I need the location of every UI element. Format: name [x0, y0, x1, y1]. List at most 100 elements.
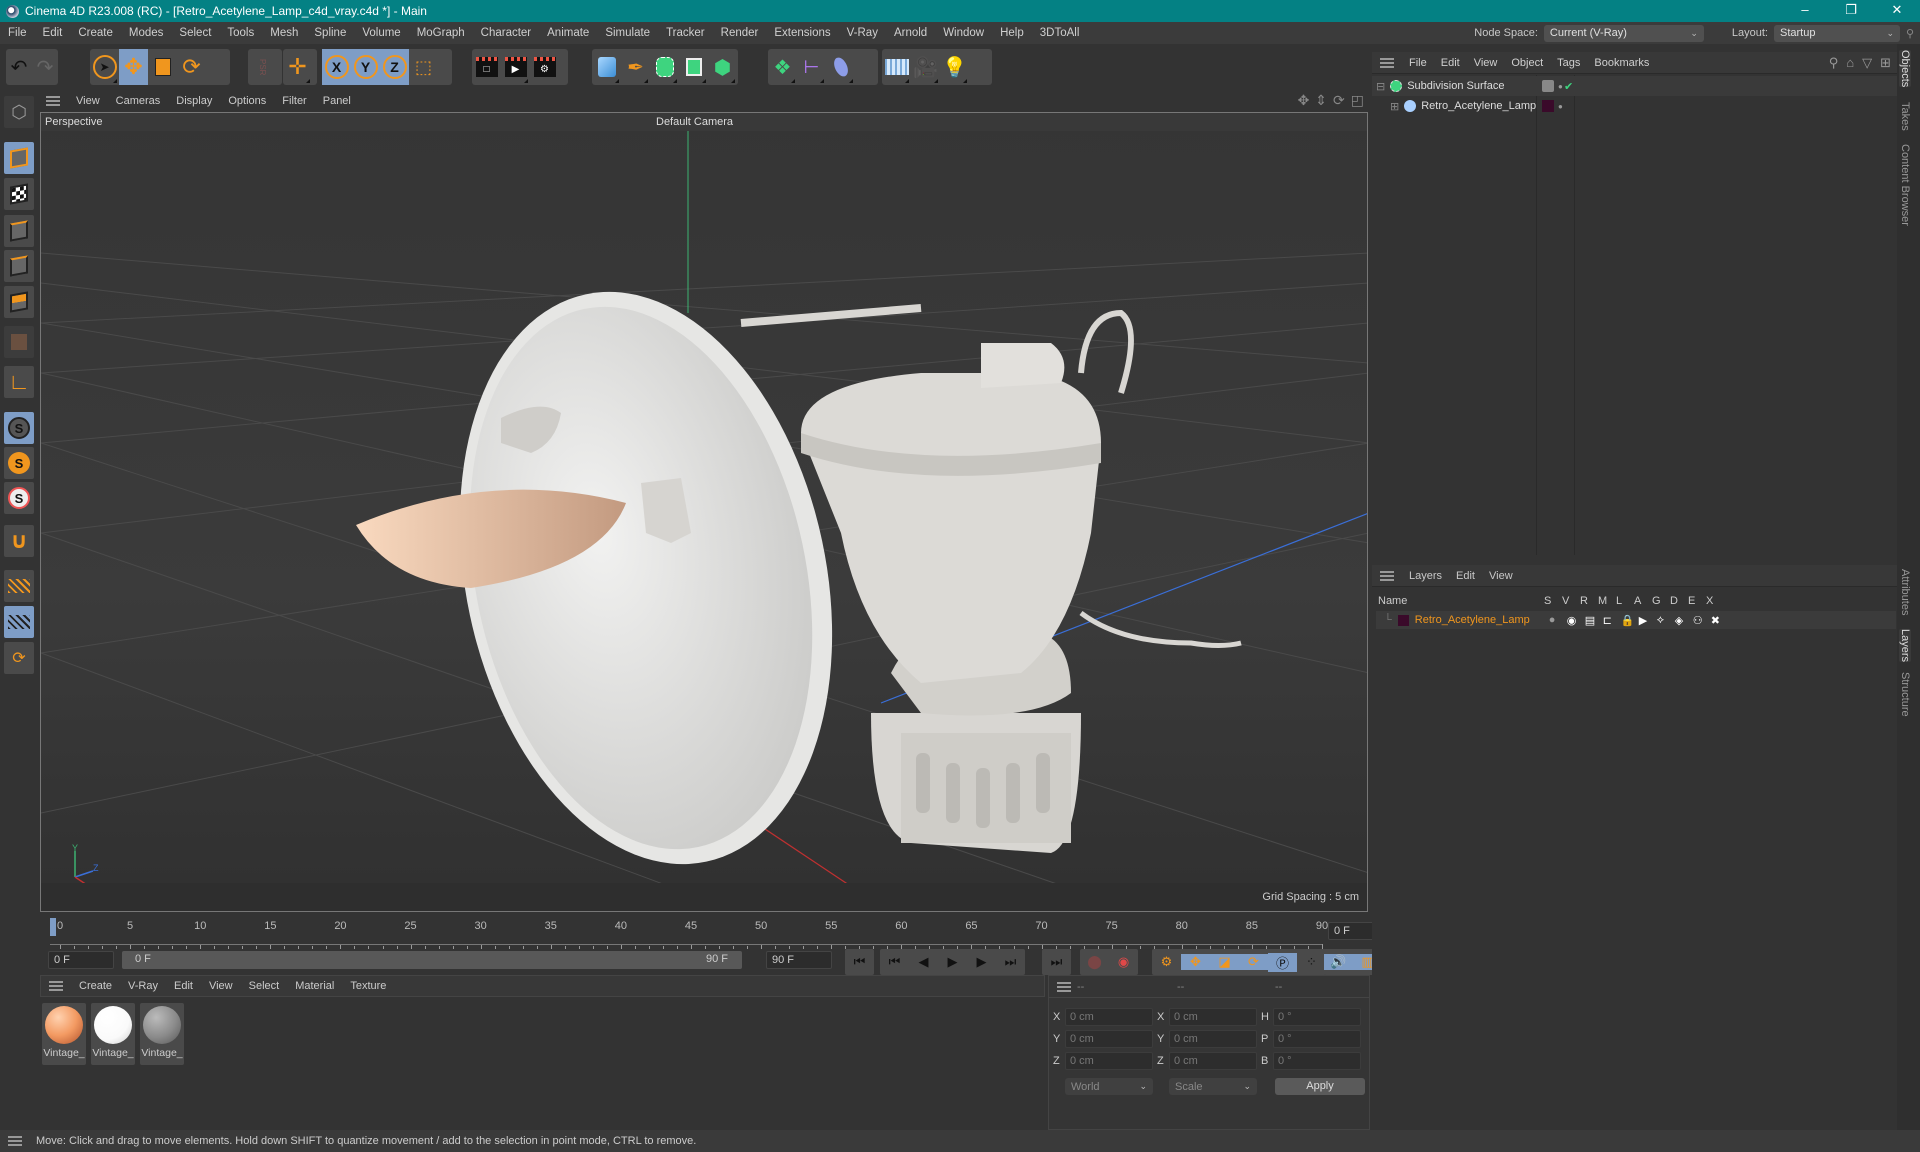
tab-takes[interactable]: Takes: [1899, 102, 1911, 131]
render-visibility-dots[interactable]: ●: [1558, 82, 1563, 91]
size-z-field[interactable]: 0 cm: [1169, 1052, 1257, 1070]
hamburger-icon[interactable]: [1380, 57, 1394, 68]
search-icon[interactable]: ⚲: [1906, 27, 1920, 40]
tab-attributes[interactable]: Attributes: [1899, 569, 1911, 615]
viewport-menu-display[interactable]: Display: [168, 95, 220, 107]
column-deformers[interactable]: D: [1670, 595, 1688, 607]
render-clapper-icon[interactable]: ▤: [1585, 614, 1603, 627]
object-name[interactable]: Retro_Acetylene_Lamp: [1421, 100, 1536, 112]
node-space-dropdown[interactable]: Current (V-Ray) ⌄: [1543, 24, 1704, 42]
go-to-end-button[interactable]: ⏭: [1042, 954, 1071, 970]
tab-structure[interactable]: Structure: [1899, 672, 1911, 717]
expressions-icon[interactable]: ⚇: [1693, 614, 1711, 627]
cloner-button[interactable]: ⬢: [708, 49, 737, 85]
tab-content-browser[interactable]: Content Browser: [1899, 144, 1911, 226]
camera-button[interactable]: 🎥: [911, 49, 940, 85]
enabled-checkmark-icon[interactable]: ✔: [1564, 80, 1573, 93]
menu-animate[interactable]: Animate: [539, 27, 597, 39]
floor-button[interactable]: [882, 49, 911, 85]
previous-key-button[interactable]: ⏮: [880, 954, 909, 970]
column-manager[interactable]: M: [1598, 595, 1616, 607]
close-button[interactable]: ✕: [1874, 0, 1920, 22]
scale-tool-button[interactable]: [148, 49, 177, 85]
undo-button[interactable]: ↶: [6, 49, 32, 85]
tab-objects[interactable]: Objects: [1899, 50, 1911, 88]
animation-play-icon[interactable]: ▶: [1639, 614, 1657, 627]
menu-arnold[interactable]: Arnold: [886, 27, 935, 39]
autokey-button[interactable]: ◉: [1109, 954, 1138, 970]
manager-hierarchy-icon[interactable]: ⊏: [1603, 614, 1621, 627]
editor-visibility-toggle[interactable]: [1542, 80, 1554, 92]
workplane-button[interactable]: [4, 570, 34, 602]
home-icon[interactable]: ⌂: [1846, 55, 1854, 71]
objects-menu-file[interactable]: File: [1402, 57, 1434, 69]
position-x-field[interactable]: 0 cm: [1065, 1008, 1153, 1026]
retro-acetylene-lamp-model[interactable]: [356, 257, 1242, 899]
lock-icon[interactable]: 🔒: [1621, 614, 1639, 627]
render-view-button[interactable]: □: [472, 49, 501, 85]
eye-icon[interactable]: ◉: [1567, 614, 1585, 627]
layer-color-swatch[interactable]: [1542, 100, 1554, 112]
hamburger-icon[interactable]: [8, 1136, 22, 1146]
pen-spline-button[interactable]: ✒: [621, 49, 650, 85]
last-tool-button[interactable]: ✛: [283, 49, 312, 85]
start-frame-field[interactable]: 0 F: [48, 951, 114, 969]
viewport-menu-view[interactable]: View: [68, 95, 108, 107]
playhead[interactable]: [50, 918, 56, 936]
column-solo[interactable]: S: [1544, 595, 1562, 607]
viewport-menu-panel[interactable]: Panel: [315, 95, 359, 107]
restore-button[interactable]: ❐: [1828, 0, 1874, 22]
viewport-menu-filter[interactable]: Filter: [274, 95, 314, 107]
coordinate-mode-dropdown[interactable]: World ⌄: [1065, 1078, 1153, 1095]
solo-icon[interactable]: ●: [1549, 614, 1567, 626]
deformers-icon[interactable]: ◈: [1675, 614, 1693, 627]
menu-create[interactable]: Create: [70, 27, 121, 39]
tweak-button[interactable]: ∪: [4, 525, 34, 557]
objects-menu-bookmarks[interactable]: Bookmarks: [1587, 57, 1656, 69]
layer-row[interactable]: └ Retro_Acetylene_Lamp ● ◉ ▤ ⊏ 🔒 ▶ ⟡ ◈ ⚇…: [1376, 611, 1896, 629]
minimize-button[interactable]: –: [1782, 0, 1828, 22]
material-menu-create[interactable]: Create: [71, 980, 120, 992]
menu-select[interactable]: Select: [171, 27, 219, 39]
axis-mode-button[interactable]: ∟: [4, 366, 34, 398]
key-scale-button[interactable]: ◪: [1210, 954, 1239, 970]
y-axis-button[interactable]: Y: [351, 49, 380, 85]
x-axis-button[interactable]: X: [322, 49, 351, 85]
rotate-view-icon[interactable]: ⟳: [1333, 92, 1345, 109]
generators-icon[interactable]: ⟡: [1657, 614, 1675, 627]
key-position-button[interactable]: ✥: [1181, 954, 1210, 970]
redo-button[interactable]: ↷: [32, 49, 58, 85]
material-menu-view[interactable]: View: [201, 980, 241, 992]
keyframe-settings-button[interactable]: ⚙: [1152, 954, 1181, 970]
extrude-button[interactable]: [679, 49, 708, 85]
deformer-button[interactable]: ⊢: [797, 49, 826, 85]
material-swatch[interactable]: Vintage_: [140, 1003, 184, 1065]
make-editable-button[interactable]: ⬡: [4, 96, 34, 128]
key-parameter-button[interactable]: Ⓟ: [1268, 952, 1297, 972]
layers-menu-view[interactable]: View: [1482, 570, 1520, 582]
model-mode-button[interactable]: [4, 142, 34, 174]
hamburger-icon[interactable]: [49, 981, 63, 991]
rotate-tool-button[interactable]: ⟳: [177, 49, 206, 85]
polygons-mode-button[interactable]: [4, 286, 34, 318]
menu-3dtoall[interactable]: 3DToAll: [1032, 27, 1088, 39]
column-expressions[interactable]: E: [1688, 595, 1706, 607]
hamburger-icon[interactable]: [46, 96, 60, 106]
material-swatch[interactable]: Vintage_: [42, 1003, 86, 1065]
render-settings-button[interactable]: ⚙: [530, 49, 559, 85]
snap-button[interactable]: S: [4, 412, 34, 444]
pan-view-icon[interactable]: ✥: [1298, 92, 1310, 109]
visibility-dots[interactable]: ●: [1558, 102, 1563, 111]
select-tool-button[interactable]: ➤: [90, 49, 119, 85]
viewport-menu-options[interactable]: Options: [220, 95, 274, 107]
menu-tools[interactable]: Tools: [219, 27, 262, 39]
object-row-subdivision-surface[interactable]: ⊟ Subdivision Surface ● ✔: [1372, 76, 1897, 96]
edges-mode-button[interactable]: [4, 250, 34, 282]
layers-menu-edit[interactable]: Edit: [1449, 570, 1482, 582]
cube-object-button[interactable]: [592, 49, 621, 85]
zoom-view-icon[interactable]: ⇕: [1315, 92, 1327, 109]
xrefs-icon[interactable]: ✖: [1711, 614, 1729, 627]
menu-spline[interactable]: Spline: [306, 27, 354, 39]
filter-icon[interactable]: ▽: [1862, 55, 1872, 71]
key-pla-button[interactable]: ⁘: [1297, 954, 1326, 970]
